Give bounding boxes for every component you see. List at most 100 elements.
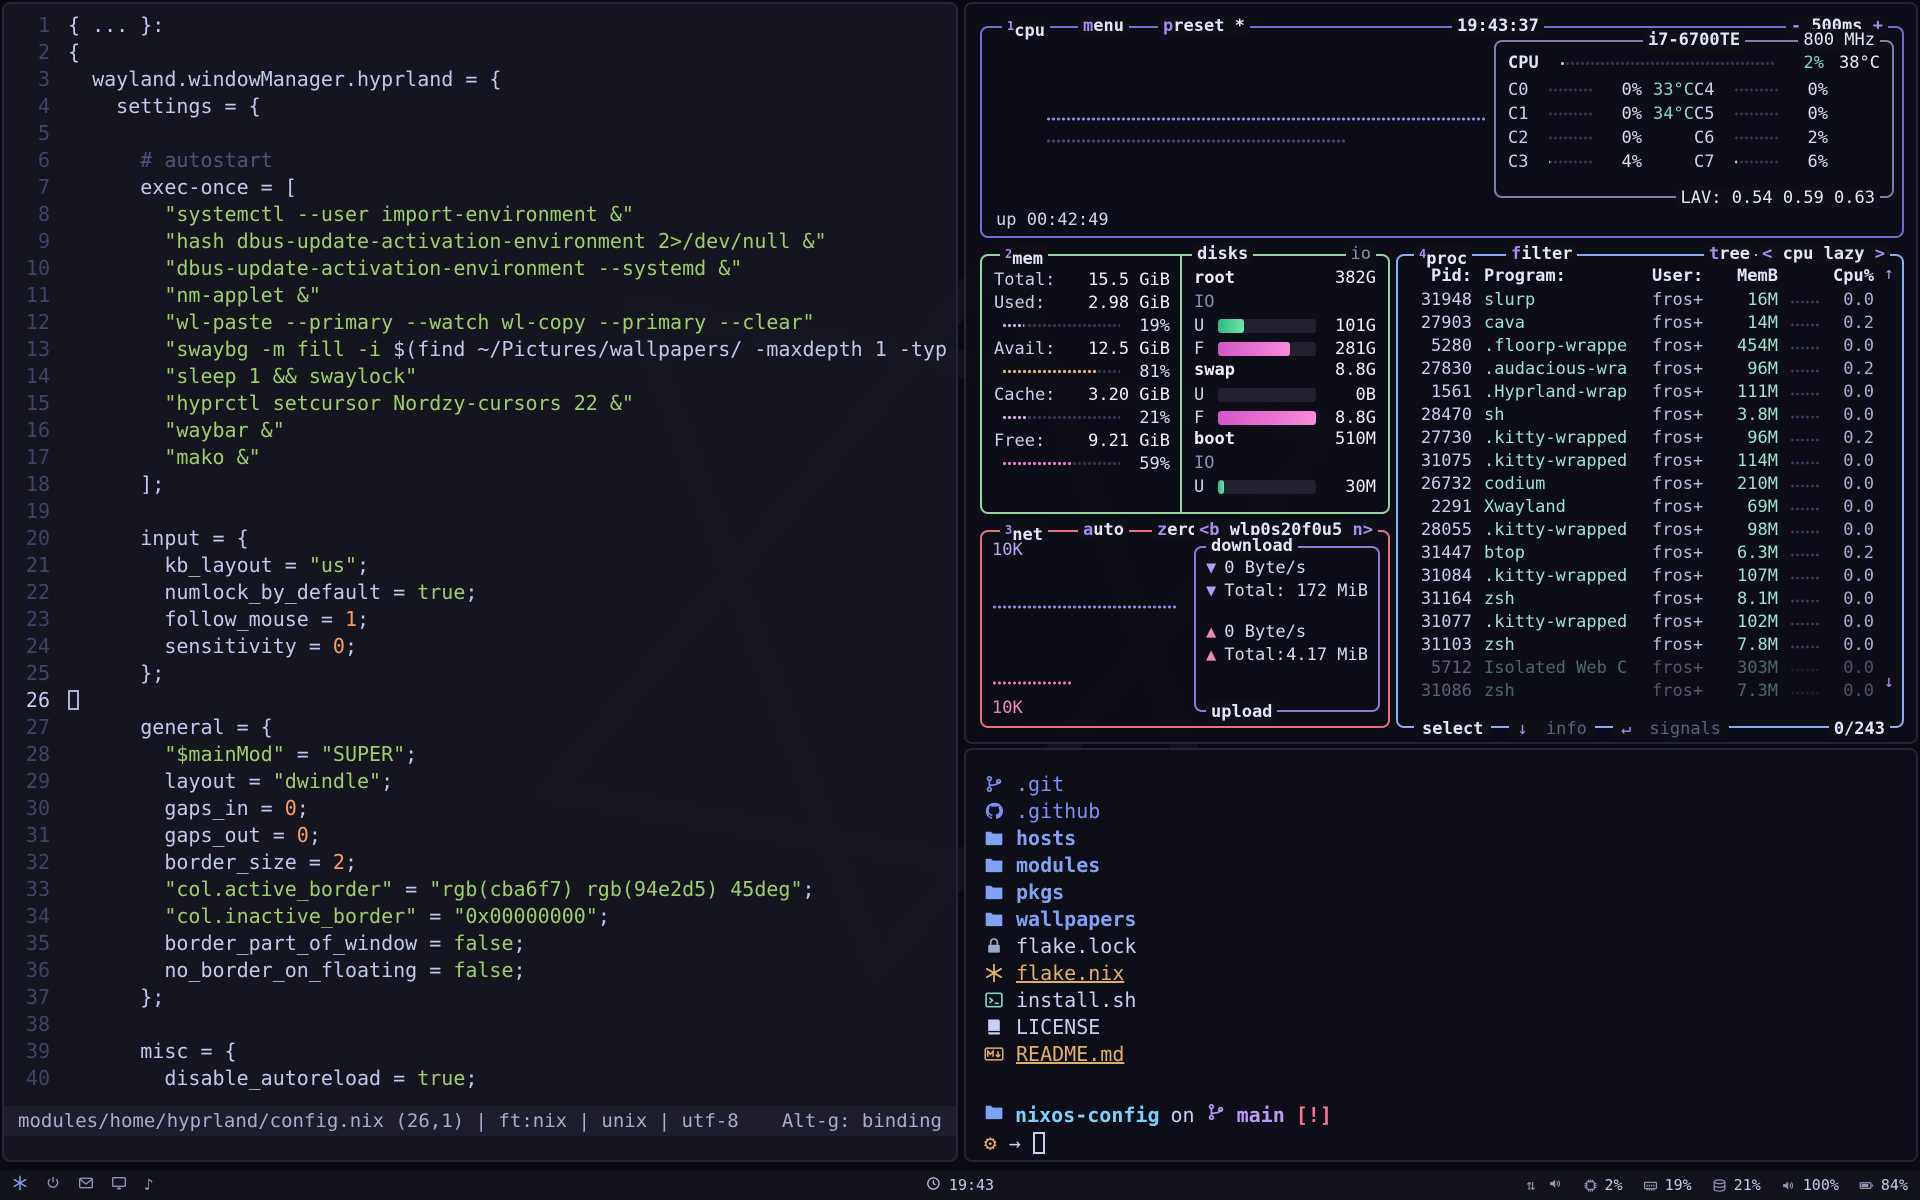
shell-prompt-input-line[interactable]: ⚙ → — [984, 1131, 1045, 1155]
btop-window[interactable]: 1cpu menu preset * 19:43:37 - 500ms + up… — [964, 2, 1918, 744]
code-line[interactable]: 24 sensitivity = 0; — [4, 633, 956, 660]
code-line[interactable]: 22 numlock_by_default = true; — [4, 579, 956, 606]
disk-module[interactable]: 21% — [1712, 1176, 1761, 1194]
code-line[interactable]: 1{ ... }: — [4, 12, 956, 39]
proc-row[interactable]: 5712Isolated Web Cfros+303M0.0 — [1398, 656, 1886, 679]
proc-row[interactable]: 31103zshfros+7.8M0.0 — [1398, 633, 1886, 656]
mem-box-title[interactable]: 2mem — [1000, 243, 1048, 265]
btop-net-box[interactable]: 3net auto zero <b wlp0s20f0u5 n> 10K 10K… — [980, 530, 1390, 728]
code-line[interactable]: 30 gaps_in = 0; — [4, 795, 956, 822]
code-line[interactable]: 23 follow_mouse = 1; — [4, 606, 956, 633]
proc-row[interactable]: 1561.Hyprland-wrapfros+111M0.0 — [1398, 380, 1886, 403]
bar-launcher[interactable] — [45, 1175, 61, 1195]
editor-window[interactable]: 1{ ... }:2{3 wayland.windowManager.hyprl… — [2, 2, 958, 1162]
proc-row[interactable]: 27730.kitty-wrappedfros+96M0.2 — [1398, 426, 1886, 449]
proc-tree-button[interactable]: tree — [1704, 243, 1755, 265]
btop-mem-box[interactable]: 2mem disks io Total:15.5 GiBUsed:2.98 Gi… — [980, 254, 1390, 514]
btop-proc-box[interactable]: 4proc filter tree < cpu lazy > Pid: Prog… — [1396, 254, 1904, 728]
code-line[interactable]: 3 wayland.windowManager.hyprland = { — [4, 66, 956, 93]
code-line[interactable]: 16 "waybar &" — [4, 417, 956, 444]
proc-row[interactable]: 26732codiumfros+210M0.0 — [1398, 472, 1886, 495]
code-line[interactable]: 7 exec-once = [ — [4, 174, 956, 201]
waybar-clock[interactable]: 19:43 — [926, 1176, 994, 1195]
proc-sort-selector[interactable]: < cpu lazy > — [1757, 243, 1890, 265]
tray-icon[interactable]: ⇅ — [1527, 1176, 1536, 1194]
code-line[interactable]: 29 layout = "dwindle"; — [4, 768, 956, 795]
proc-row[interactable]: 31164zshfros+8.1M0.0 — [1398, 587, 1886, 610]
code-line[interactable]: 27 general = { — [4, 714, 956, 741]
code-line[interactable]: 40 disable_autoreload = true; — [4, 1065, 956, 1092]
code-line[interactable]: 6 # autostart — [4, 147, 956, 174]
code-line[interactable]: 25 }; — [4, 660, 956, 687]
code-line[interactable]: 31 gaps_out = 0; — [4, 822, 956, 849]
code-line[interactable]: 36 no_border_on_floating = false; — [4, 957, 956, 984]
code-line[interactable]: 9 "hash dbus-update-activation-environme… — [4, 228, 956, 255]
memory-module[interactable]: 19% — [1643, 1176, 1692, 1194]
proc-row[interactable]: 27830.audacious-wrafros+96M0.2 — [1398, 357, 1886, 380]
disks-io-toggle[interactable]: io — [1346, 243, 1376, 265]
code-line[interactable]: 34 "col.inactive_border" = "0x00000000"; — [4, 903, 956, 930]
code-line[interactable]: 39 misc = { — [4, 1038, 956, 1065]
btop-cpu-box[interactable]: 1cpu menu preset * 19:43:37 - 500ms + up… — [980, 26, 1904, 238]
proc-row[interactable]: 31447btopfros+6.3M0.2 — [1398, 541, 1886, 564]
code-line[interactable]: 14 "sleep 1 && swaylock" — [4, 363, 956, 390]
battery-module[interactable]: 84% — [1859, 1176, 1908, 1194]
info-hint[interactable]: ↓ info — [1509, 719, 1594, 739]
code-line[interactable]: 2{ — [4, 39, 956, 66]
select-hint[interactable]: select — [1414, 719, 1491, 739]
proc-row[interactable]: 28055.kitty-wrappedfros+98M0.0 — [1398, 518, 1886, 541]
code-line[interactable]: 21 kb_layout = "us"; — [4, 552, 956, 579]
disks-box-title[interactable]: disks — [1192, 243, 1253, 265]
proc-row[interactable]: 27903cavafros+14M0.2 — [1398, 311, 1886, 334]
proc-row[interactable]: 31084.kitty-wrappedfros+107M0.0 — [1398, 564, 1886, 587]
code-line[interactable]: 26 — [4, 687, 956, 714]
code-line[interactable]: 37 }; — [4, 984, 956, 1011]
code-line[interactable]: 10 "dbus-update-activation-environment -… — [4, 255, 956, 282]
code-line[interactable]: 4 settings = { — [4, 93, 956, 120]
proc-box-title[interactable]: 4proc — [1414, 243, 1472, 265]
proc-table[interactable]: 31948slurpfros+16M0.027903cavafros+14M0.… — [1398, 288, 1886, 702]
proc-row[interactable]: 5280.floorp-wrappefros+454M0.0 — [1398, 334, 1886, 357]
net-box-title[interactable]: 3net — [1000, 519, 1048, 541]
code-line[interactable]: 38 — [4, 1011, 956, 1038]
bar-launcher[interactable] — [78, 1175, 94, 1195]
code-line[interactable]: 18 ]; — [4, 471, 956, 498]
code-line[interactable]: 33 "col.active_border" = "rgb(cba6f7) rg… — [4, 876, 956, 903]
proc-row[interactable]: 28470shfros+3.8M0.0 — [1398, 403, 1886, 426]
proc-row[interactable]: 31075.kitty-wrappedfros+114M0.0 — [1398, 449, 1886, 472]
code-line[interactable]: 17 "mako &" — [4, 444, 956, 471]
volume-module[interactable]: 100% — [1781, 1176, 1839, 1194]
menu-button[interactable]: menu — [1078, 15, 1129, 37]
code-line[interactable]: 12 "wl-paste --primary --watch wl-copy -… — [4, 309, 956, 336]
cpu-module[interactable]: 2% — [1583, 1176, 1623, 1194]
cpu-box-title[interactable]: 1cpu — [1002, 15, 1050, 37]
net-auto-button[interactable]: auto — [1078, 519, 1129, 541]
scroll-up-icon[interactable]: ↑ — [1884, 264, 1894, 284]
proc-row[interactable]: 31948slurpfros+16M0.0 — [1398, 288, 1886, 311]
code-line[interactable]: 20 input = { — [4, 525, 956, 552]
proc-row[interactable]: 31077.kitty-wrappedfros+102M0.0 — [1398, 610, 1886, 633]
proc-row[interactable]: 31086zshfros+7.3M0.0 — [1398, 679, 1886, 702]
code-line[interactable]: 11 "nm-applet &" — [4, 282, 956, 309]
proc-filter-button[interactable]: filter — [1506, 243, 1577, 265]
bar-launcher[interactable]: ♪ — [144, 1176, 154, 1194]
bar-launcher[interactable] — [12, 1175, 28, 1195]
scroll-down-icon[interactable]: ↓ — [1884, 672, 1894, 692]
preset-button[interactable]: preset * — [1158, 15, 1250, 37]
code-area[interactable]: 1{ ... }:2{3 wayland.windowManager.hyprl… — [4, 12, 956, 1100]
code-line[interactable]: 35 border_part_of_window = false; — [4, 930, 956, 957]
terminal-window[interactable]: .git.githubhostsmodulespkgswallpapersfla… — [964, 748, 1918, 1162]
bar-launcher[interactable] — [111, 1175, 127, 1195]
proc-row[interactable]: 2291Xwaylandfros+69M0.0 — [1398, 495, 1886, 518]
proc-table-header[interactable]: Pid: Program: User: MemB Cpu% — [1398, 264, 1886, 287]
code-line[interactable]: 13 "swaybg -m fill -i $(find ~/Pictures/… — [4, 336, 956, 363]
signals-hint[interactable]: ↵ signals — [1613, 719, 1729, 739]
code-line[interactable]: 32 border_size = 2; — [4, 849, 956, 876]
code-line[interactable]: 5 — [4, 120, 956, 147]
code-line[interactable]: 8 "systemctl --user import-environment &… — [4, 201, 956, 228]
system-tray[interactable]: ⇅ — [1527, 1176, 1563, 1195]
code-line[interactable]: 28 "$mainMod" = "SUPER"; — [4, 741, 956, 768]
code-line[interactable]: 15 "hyprctl setcursor Nordzy-cursors 22 … — [4, 390, 956, 417]
tray-icon[interactable] — [1548, 1176, 1563, 1195]
code-line[interactable]: 19 — [4, 498, 956, 525]
